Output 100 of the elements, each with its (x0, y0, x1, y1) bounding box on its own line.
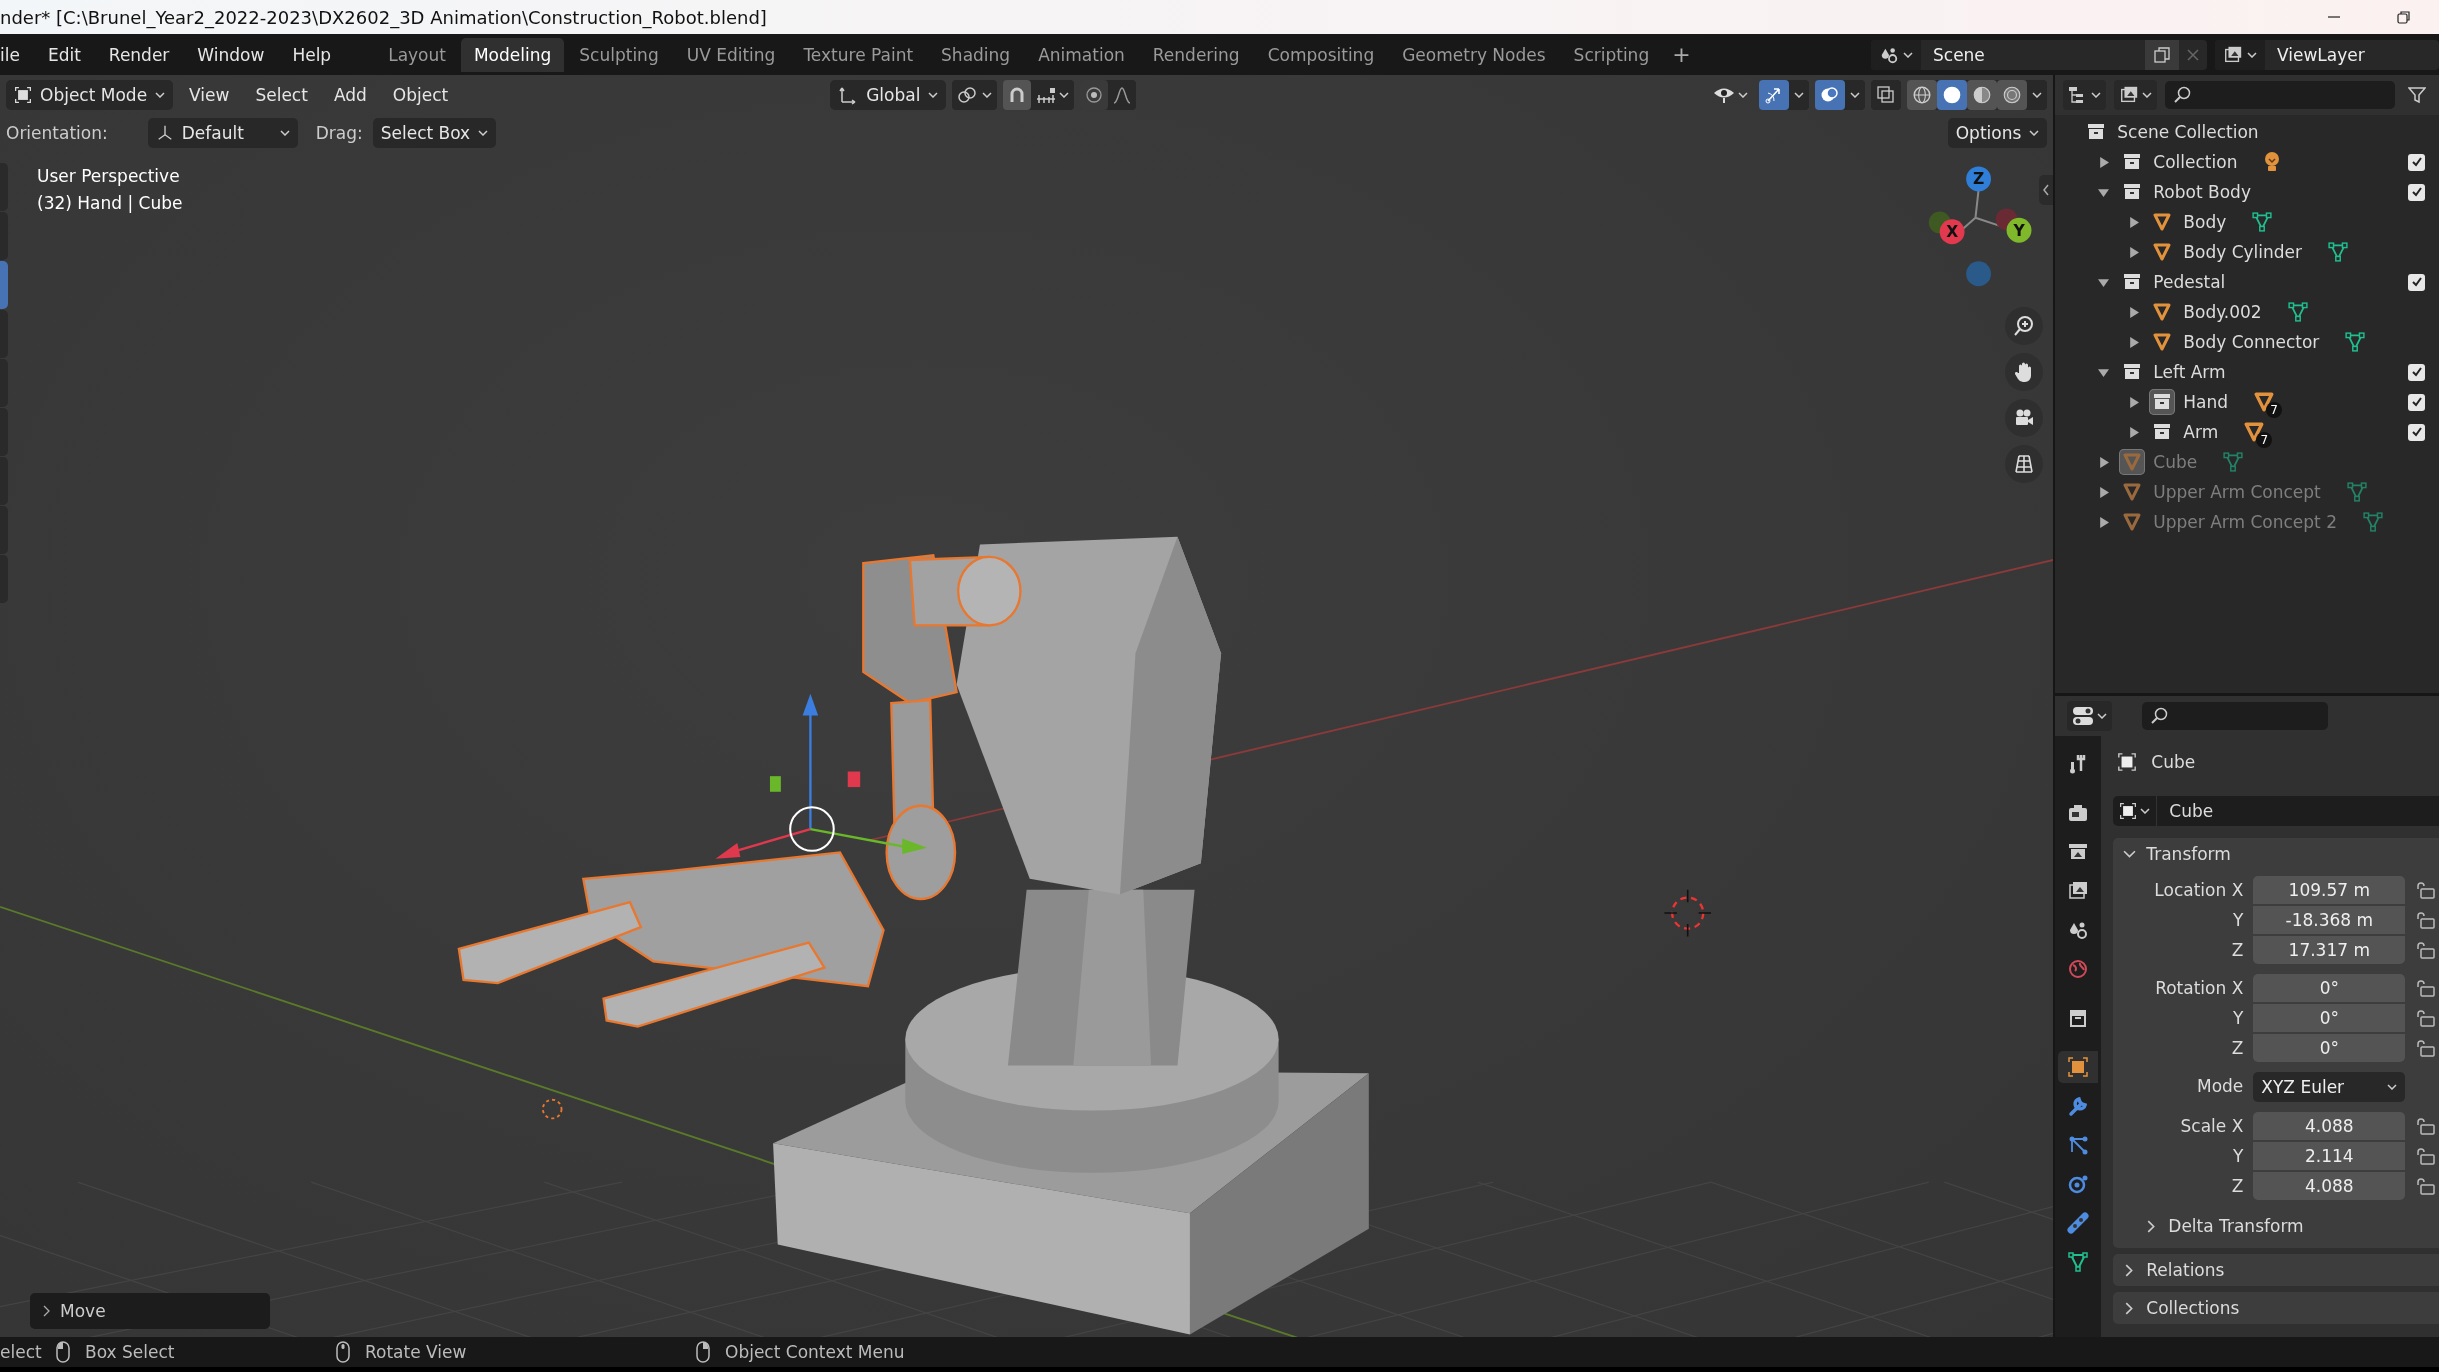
axis-dot[interactable] (1939, 219, 1965, 245)
solid-shading-button[interactable] (1937, 80, 1968, 110)
checkbox[interactable] (2408, 393, 2425, 411)
navigation-gizmo-drawing[interactable] (1928, 166, 2032, 287)
number-field[interactable]: 0° (2253, 1034, 2406, 1062)
outliner-item[interactable]: Arm (2183, 422, 2219, 442)
expanded-arrow-icon[interactable] (2098, 276, 2110, 288)
menu-item[interactable]: Object (382, 85, 459, 105)
outliner-item[interactable]: Upper Arm Concept (2153, 482, 2321, 502)
panel-title[interactable]: Delta Transform (2168, 1216, 2304, 1236)
material-shading-button[interactable] (1967, 80, 1998, 110)
outliner-item[interactable]: Body.002 (2183, 302, 2262, 322)
checkbox[interactable] (2408, 183, 2425, 201)
workspace-tab[interactable]: Sculpting (566, 37, 672, 72)
perspective-toggle-button[interactable] (2005, 445, 2044, 483)
number-field[interactable]: -18.368 m (2253, 906, 2406, 934)
zoom-button[interactable] (2005, 307, 2044, 345)
menu-item[interactable]: Select (245, 85, 318, 105)
collapsed-arrow-icon[interactable] (2098, 156, 2110, 168)
outliner-item[interactable]: Body Connector (2183, 332, 2320, 352)
wireframe-shading-button[interactable] (1907, 80, 1938, 110)
overlay-toggle[interactable] (1815, 80, 1846, 110)
panel-title[interactable]: Relations (2146, 1260, 2225, 1280)
pan-button[interactable] (2005, 353, 2044, 391)
lock-icon[interactable] (2415, 979, 2436, 997)
dropdown[interactable]: XYZ Euler (2253, 1072, 2406, 1102)
transform-orientation-dropdown[interactable]: Global (830, 80, 947, 110)
collapsed-arrow-icon[interactable] (2098, 516, 2110, 528)
outliner-item[interactable]: Body Cylinder (2183, 242, 2303, 262)
object-tab[interactable] (2058, 1051, 2099, 1083)
menu-item[interactable]: Edit (33, 44, 95, 65)
view-layer-dropdown[interactable] (2114, 80, 2158, 110)
lock-icon[interactable] (2415, 941, 2436, 959)
panel-title[interactable]: Collections (2146, 1298, 2240, 1318)
outliner-item[interactable]: Cube (2153, 452, 2198, 472)
menu-item[interactable]: Window (183, 44, 279, 65)
pivot-point-button[interactable] (952, 80, 998, 110)
search-field[interactable] (2142, 702, 2329, 730)
panel-title[interactable]: Transform (2146, 844, 2231, 864)
outliner-item[interactable]: Pedestal (2153, 272, 2226, 292)
expanded-arrow-icon[interactable] (2098, 366, 2110, 378)
camera-view-button[interactable] (2005, 399, 2044, 437)
collapsed-arrow-icon[interactable] (2098, 456, 2110, 468)
workspace-tab[interactable]: Texture Paint (790, 37, 927, 72)
lock-icon[interactable] (2415, 1117, 2436, 1135)
number-field[interactable]: 0° (2253, 974, 2406, 1002)
outliner-item[interactable]: Collection (2153, 152, 2238, 172)
orientation-dropdown[interactable]: Default (147, 118, 298, 148)
lock-icon[interactable] (2415, 1177, 2436, 1195)
checkbox[interactable] (2408, 273, 2425, 291)
workspace-tab[interactable]: Modeling (460, 37, 565, 72)
outliner-item[interactable]: Upper Arm Concept 2 (2153, 512, 2337, 532)
menu-item[interactable]: Add (323, 85, 377, 105)
workspace-tab[interactable]: Animation (1025, 37, 1138, 72)
outliner-item[interactable]: Left Arm (2153, 362, 2226, 382)
workspace-tab[interactable]: Scripting (1560, 37, 1663, 72)
checkbox[interactable] (2408, 423, 2425, 441)
object-name-field[interactable]: Cube (2113, 796, 2439, 826)
menu-item[interactable]: ile (0, 44, 34, 65)
collapsed-arrow-icon[interactable] (2128, 426, 2140, 438)
duplicate-icon[interactable] (2153, 45, 2171, 64)
collapsed-arrow-icon[interactable] (2128, 306, 2140, 318)
number-field[interactable]: 17.317 m (2253, 936, 2406, 964)
restore-icon[interactable] (2397, 10, 2411, 24)
lock-icon[interactable] (2415, 1147, 2436, 1165)
sidebar-toggle[interactable] (2039, 175, 2054, 205)
workspace-tab[interactable]: Shading (928, 37, 1024, 72)
menu-item[interactable]: View (179, 85, 240, 105)
workspace-tab[interactable]: Compositing (1254, 37, 1388, 72)
gizmo-toggle[interactable] (1759, 80, 1790, 110)
lock-icon[interactable] (2415, 881, 2436, 899)
outliner-item[interactable]: Hand (2183, 392, 2229, 412)
add-tab-button[interactable]: + (1664, 42, 1699, 67)
number-field[interactable]: 0° (2253, 1004, 2406, 1032)
collapsed-arrow-icon[interactable] (2128, 396, 2140, 408)
editor-type-dropdown[interactable] (2067, 701, 2113, 731)
checkbox[interactable] (2408, 363, 2425, 381)
collapsed-arrow-icon[interactable] (2128, 336, 2140, 348)
menu-item[interactable]: Render (94, 44, 184, 65)
lock-icon[interactable] (2415, 1009, 2436, 1027)
lock-icon[interactable] (2415, 1039, 2436, 1057)
collapsed-arrow-icon[interactable] (2098, 486, 2110, 498)
lock-icon[interactable] (2415, 911, 2436, 929)
options-dropdown[interactable]: Options (1947, 118, 2048, 148)
axis-dot[interactable] (1966, 166, 1991, 192)
drag-dropdown[interactable]: Select Box (372, 118, 497, 148)
collapsed-arrow-icon[interactable] (2128, 216, 2140, 228)
workspace-tab[interactable]: UV Editing (673, 37, 789, 72)
search-field[interactable] (2165, 81, 2395, 109)
last-operator-panel[interactable]: Move (30, 1293, 270, 1329)
close-icon[interactable] (2187, 48, 2199, 61)
axis-dot[interactable] (2006, 217, 2032, 243)
expanded-arrow-icon[interactable] (2098, 186, 2110, 198)
workspace-tab[interactable]: Layout (375, 37, 459, 72)
snap-toggle[interactable] (1003, 80, 1032, 110)
mode-dropdown[interactable]: Object Mode (6, 80, 174, 110)
workspace-tab[interactable]: Rendering (1139, 37, 1253, 72)
scene-selector[interactable]: Scene (1871, 39, 2207, 70)
number-field[interactable]: 2.114 (2253, 1142, 2406, 1170)
collapsed-arrow-icon[interactable] (2128, 246, 2140, 258)
